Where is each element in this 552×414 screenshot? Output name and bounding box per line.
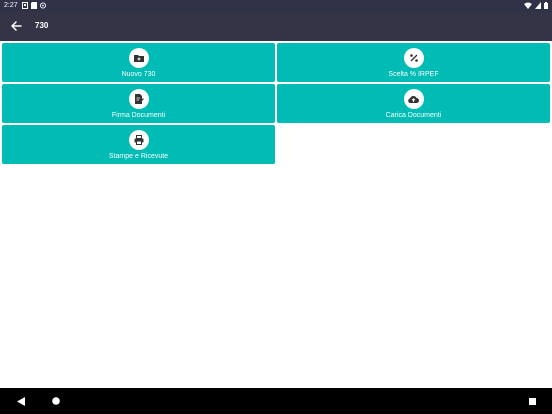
printer-icon — [134, 135, 143, 145]
nav-back-button[interactable] — [14, 394, 28, 408]
tile-icon-circle — [128, 130, 149, 150]
app-toolbar: 730 — [0, 12, 552, 41]
sync-icon — [40, 2, 46, 9]
status-time: 2:27 — [4, 2, 18, 9]
tile-icon-circle — [128, 89, 149, 109]
tile-icon-circle — [403, 89, 424, 109]
page-title: 730 — [35, 21, 49, 30]
tile-label: Carica Documenti — [385, 112, 442, 119]
percent-icon — [409, 54, 418, 62]
triangle-back-icon — [17, 396, 25, 406]
back-button[interactable] — [8, 18, 24, 34]
tile-stampe-ricevute[interactable]: Stampe e Ricevute — [2, 125, 275, 164]
arrow-left-icon — [11, 21, 22, 31]
tile-label: Firma Documenti — [111, 112, 166, 119]
navigation-bar — [0, 388, 552, 414]
tile-scelta-irpef[interactable]: Scelta % IRPEF — [277, 43, 550, 82]
sign-document-icon — [134, 94, 144, 104]
tile-carica-documenti[interactable]: Carica Documenti — [277, 84, 550, 123]
battery-icon — [544, 2, 548, 11]
tile-icon-circle — [128, 48, 149, 68]
nav-recents-button[interactable] — [525, 394, 539, 408]
notification-icon — [22, 2, 28, 9]
tile-nuovo-730[interactable]: Nuovo 730 — [2, 43, 275, 82]
tile-label: Stampe e Ricevute — [108, 153, 169, 160]
circle-home-icon — [52, 397, 60, 405]
wifi-icon — [524, 2, 532, 11]
tile-firma-documenti[interactable]: Firma Documenti — [2, 84, 275, 123]
tile-label: Scelta % IRPEF — [388, 71, 439, 78]
tile-icon-circle — [403, 48, 424, 68]
status-bar: 2:27 — [0, 0, 552, 12]
square-recents-icon — [528, 397, 536, 405]
nav-home-button[interactable] — [49, 394, 63, 408]
signal-icon — [535, 2, 541, 11]
tile-label: Nuovo 730 — [121, 71, 156, 78]
folder-plus-icon — [133, 55, 144, 62]
cloud-upload-icon — [408, 96, 419, 104]
sd-card-icon — [31, 2, 37, 9]
